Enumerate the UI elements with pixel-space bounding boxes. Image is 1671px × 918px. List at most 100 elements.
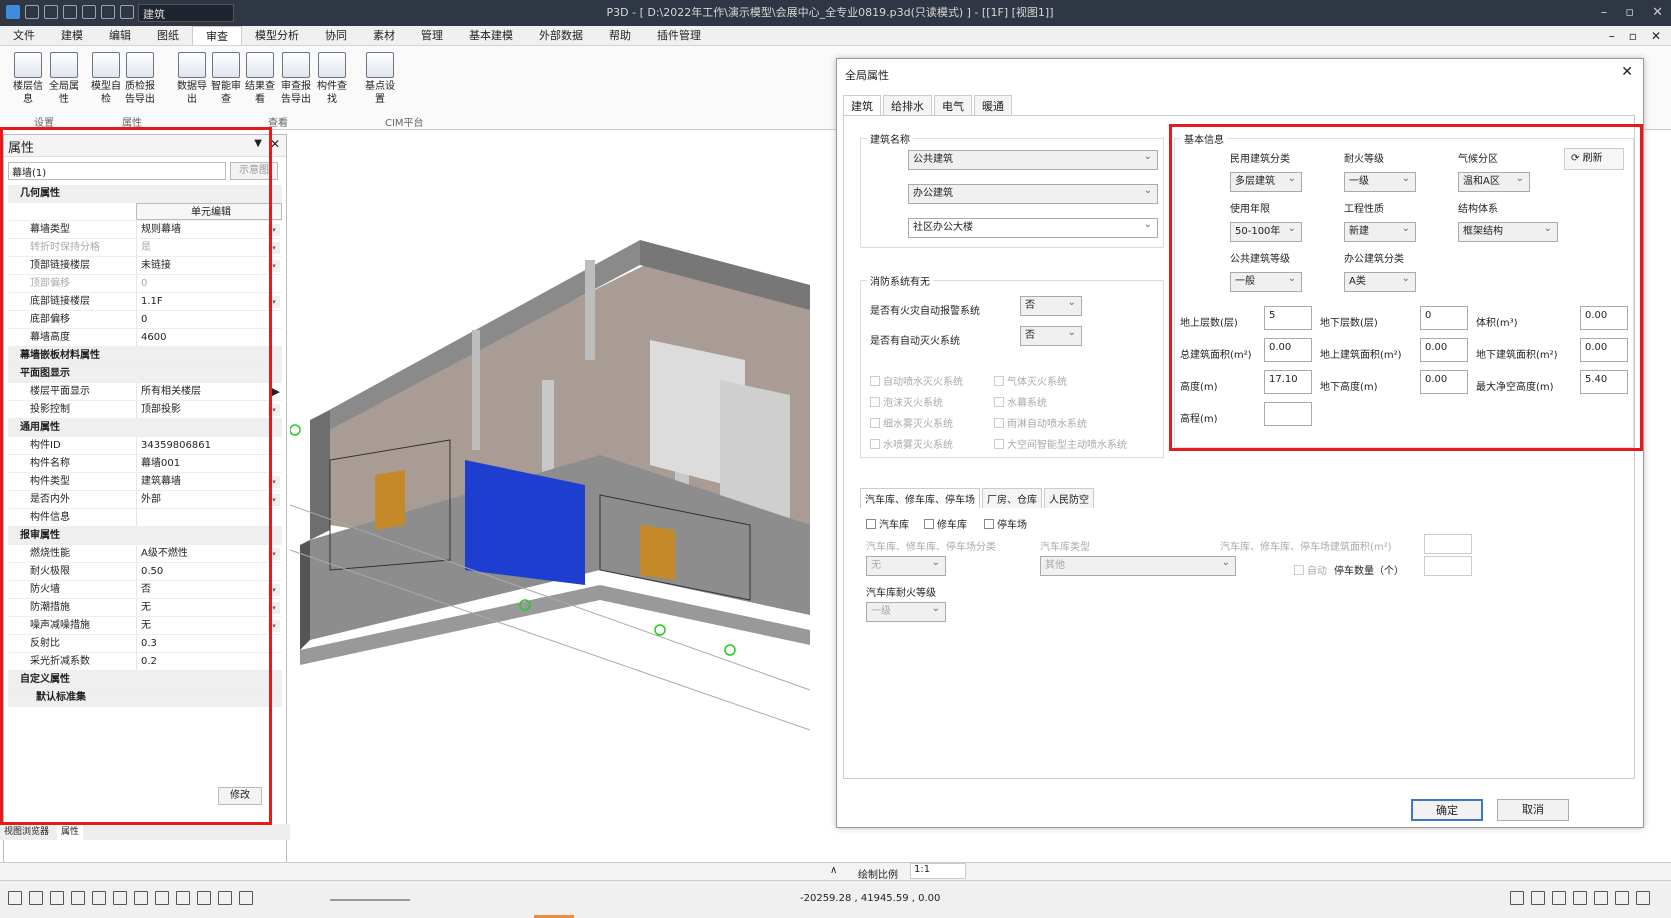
- menu-item[interactable]: 帮助: [596, 26, 644, 45]
- caret-up-icon[interactable]: ∧: [830, 865, 837, 876]
- menu-item[interactable]: 编辑: [96, 26, 144, 45]
- service-life-select[interactable]: 50-100年: [1230, 220, 1302, 242]
- panel-close-icon[interactable]: ✕: [270, 137, 280, 151]
- tab-electrical[interactable]: 电气: [934, 95, 972, 116]
- wire-icon[interactable]: [176, 891, 190, 905]
- property-value[interactable]: 无 ▾: [136, 617, 282, 634]
- property-value[interactable]: 0.50: [136, 563, 282, 580]
- foam-checkbox[interactable]: 泡沫灭火系统: [870, 394, 943, 409]
- property-value[interactable]: 否 ▾: [136, 581, 282, 598]
- water-curtain-checkbox[interactable]: 水幕系统: [994, 394, 1047, 409]
- property-row[interactable]: 防火墙 否 ▾: [8, 581, 282, 599]
- garage-area-input[interactable]: [1424, 534, 1472, 554]
- auto-checkbox[interactable]: 自动: [1294, 562, 1327, 577]
- water-spray-checkbox[interactable]: 水喷雾灭火系统: [870, 436, 953, 451]
- property-row[interactable]: 燃烧性能 A级不燃性 ▾: [8, 545, 282, 563]
- property-value[interactable]: 规则幕墙 ▾: [136, 221, 282, 238]
- menu-item[interactable]: 审查: [192, 26, 242, 45]
- property-value[interactable]: 0: [136, 275, 282, 292]
- above-floors-input[interactable]: 5: [1264, 306, 1312, 330]
- building-type-select[interactable]: 办公建筑: [908, 182, 1158, 204]
- property-row[interactable]: 构件类型 建筑幕墙 ▾: [8, 473, 282, 491]
- dropdown-arrow-icon[interactable]: ▼: [254, 138, 262, 149]
- dropdown-arrow-icon[interactable]: ▾: [268, 404, 280, 416]
- menu-item[interactable]: 模型分析: [242, 26, 312, 45]
- office-class-select[interactable]: A类: [1344, 270, 1416, 292]
- mdi-close-icon[interactable]: ✕: [1651, 26, 1661, 46]
- tab-factory[interactable]: 厂房、仓库: [982, 488, 1042, 508]
- grid-toggle-icon[interactable]: [1531, 891, 1545, 905]
- property-row[interactable]: 反射比 0.3: [8, 635, 282, 653]
- ortho-icon[interactable]: [1552, 891, 1566, 905]
- climate-zone-select[interactable]: 温和A区: [1458, 170, 1530, 192]
- ribbon-button[interactable]: 全局属性: [48, 52, 80, 106]
- zoom-icon[interactable]: [71, 891, 85, 905]
- preview-button[interactable]: 示意图: [230, 162, 278, 180]
- civil-category-select[interactable]: 多层建筑: [1230, 170, 1302, 192]
- sprinkler-checkbox[interactable]: 自动喷水灭火系统: [870, 373, 963, 388]
- dropdown-arrow-icon[interactable]: ▾: [268, 548, 280, 560]
- property-row[interactable]: 幕墙高度 4600: [8, 329, 282, 347]
- property-value[interactable]: 34359806861: [136, 437, 282, 454]
- command-search-input[interactable]: 建筑: [138, 4, 234, 22]
- property-value[interactable]: 顶部投影 ▾: [136, 401, 282, 418]
- property-value[interactable]: 0.3: [136, 635, 282, 652]
- tab-properties[interactable]: 属性: [57, 824, 84, 840]
- dropdown-arrow-icon[interactable]: ▾: [268, 584, 280, 596]
- snap-icon[interactable]: [1510, 891, 1524, 905]
- property-value[interactable]: A级不燃性 ▾: [136, 545, 282, 562]
- property-row[interactable]: 构件ID 34359806861: [8, 437, 282, 455]
- ribbon-button[interactable]: 基点设置: [364, 52, 396, 106]
- property-value[interactable]: 无 ▾: [136, 599, 282, 616]
- property-category[interactable]: 自定义属性: [8, 671, 282, 689]
- menu-item[interactable]: 插件管理: [644, 26, 714, 45]
- pan-icon[interactable]: [92, 891, 106, 905]
- cancel-button[interactable]: 取消: [1497, 799, 1569, 821]
- shade-icon[interactable]: [197, 891, 211, 905]
- gas-extinguish-checkbox[interactable]: 气体灭火系统: [994, 373, 1067, 388]
- property-category[interactable]: 默认标准集: [8, 689, 282, 707]
- property-row[interactable]: 幕墙类型 规则幕墙 ▾: [8, 221, 282, 239]
- tab-architecture[interactable]: 建筑: [843, 95, 881, 116]
- visibility-icon[interactable]: [1615, 891, 1629, 905]
- property-value[interactable]: 单元编辑: [136, 203, 282, 220]
- new-file-icon[interactable]: [25, 5, 39, 19]
- volume-input[interactable]: 0.00: [1580, 306, 1628, 330]
- orbit-icon[interactable]: [113, 891, 127, 905]
- elevation-input[interactable]: [1264, 402, 1312, 426]
- property-category[interactable]: 通用属性: [8, 419, 282, 437]
- property-row[interactable]: 投影控制 顶部投影 ▾: [8, 401, 282, 419]
- ok-button[interactable]: 确定: [1411, 799, 1483, 821]
- menu-item[interactable]: 管理: [408, 26, 456, 45]
- redo-icon[interactable]: [120, 5, 134, 19]
- axis-icon[interactable]: [1573, 891, 1587, 905]
- clear-height-input[interactable]: 5.40: [1580, 370, 1628, 394]
- property-row[interactable]: 耐火极限 0.50: [8, 563, 282, 581]
- dropdown-arrow-icon[interactable]: ▾: [268, 260, 280, 272]
- garage-fire-select[interactable]: 一级: [866, 600, 946, 622]
- garage-checkbox[interactable]: 汽车库: [866, 516, 909, 531]
- menu-item[interactable]: 基本建模: [456, 26, 526, 45]
- fire-rating-select[interactable]: 一级: [1344, 170, 1416, 192]
- property-row[interactable]: 构件名称 幕墙001: [8, 455, 282, 473]
- property-value[interactable]: 所有相关楼层 ▶: [136, 383, 282, 400]
- save-as-icon[interactable]: [82, 5, 96, 19]
- tab-garage[interactable]: 汽车库、修车库、停车场: [860, 488, 980, 508]
- garage-class-select[interactable]: 无: [866, 554, 946, 576]
- water-mist-checkbox[interactable]: 细水雾灭火系统: [870, 415, 953, 430]
- property-value[interactable]: 0: [136, 311, 282, 328]
- property-category[interactable]: 平面图显示: [8, 365, 282, 383]
- ribbon-button[interactable]: 审查报告导出: [280, 52, 312, 106]
- region-icon[interactable]: [50, 891, 64, 905]
- deluge-checkbox[interactable]: 雨淋自动喷水系统: [994, 415, 1087, 430]
- expand-arrow-icon[interactable]: ▶: [272, 385, 280, 399]
- auto-extinguish-select[interactable]: 否: [1020, 324, 1082, 346]
- property-row[interactable]: 转折时保持分格 是 ▾: [8, 239, 282, 257]
- property-row[interactable]: 构件信息: [8, 509, 282, 527]
- parking-count-input[interactable]: [1424, 556, 1472, 576]
- dropdown-arrow-icon[interactable]: ▾: [268, 602, 280, 614]
- mdi-restore-icon[interactable]: ▫: [1629, 26, 1637, 46]
- menu-item[interactable]: 图纸: [144, 26, 192, 45]
- zoom-slider[interactable]: [330, 899, 410, 901]
- undo-icon[interactable]: [101, 5, 115, 19]
